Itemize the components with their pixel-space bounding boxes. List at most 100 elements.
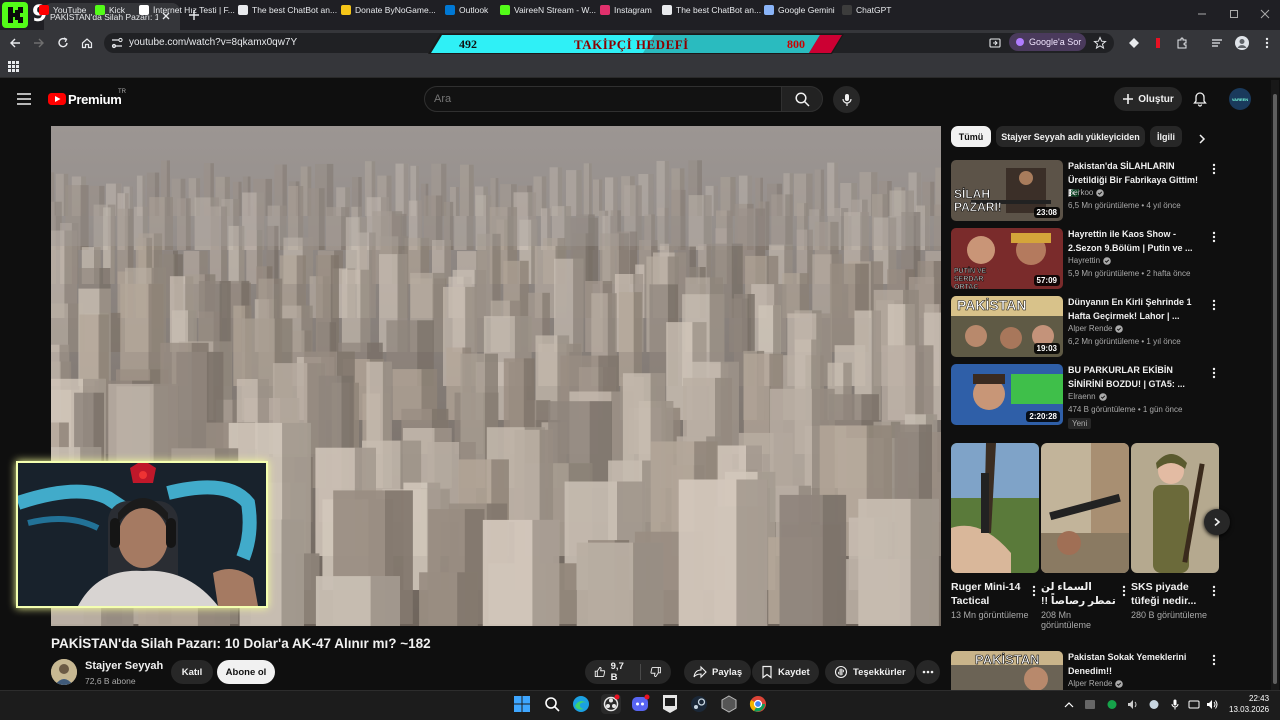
short-more-icon[interactable] <box>1211 584 1217 598</box>
short-title[interactable]: السماء لن تمطر رصاصاً !! <box>1041 580 1117 608</box>
bookmark-item[interactable]: Kick <box>95 5 125 15</box>
back-icon[interactable] <box>8 36 22 50</box>
short-thumbnail[interactable] <box>951 443 1039 573</box>
short-thumbnail[interactable] <box>1041 443 1129 573</box>
bookmark-item[interactable]: The best ChatBot an... <box>238 5 337 15</box>
close-window-icon[interactable] <box>1259 8 1271 20</box>
steam-icon[interactable] <box>689 694 709 714</box>
reload-icon[interactable] <box>56 36 70 50</box>
recommendation-thumbnail[interactable]: PUTİN VE SERDAR ORTAÇ 57:09 <box>951 228 1063 289</box>
tray-wifi-icon[interactable] <box>1188 699 1200 710</box>
obs-icon[interactable] <box>601 694 621 714</box>
short-title[interactable]: SKS piyade tüfeği nedir... <box>1131 580 1207 608</box>
taskbar-clock[interactable]: 22:43 13.03.2026 <box>1229 693 1269 715</box>
short-thumbnail[interactable] <box>1131 443 1219 573</box>
short-title[interactable]: Ruger Mini-14 Tactical <box>951 580 1027 608</box>
home-icon[interactable] <box>80 36 94 50</box>
bookmark-item[interactable]: Donate ByNoGame... <box>341 5 436 15</box>
profile-icon[interactable] <box>1234 35 1250 51</box>
tray-steam-icon[interactable] <box>1148 699 1160 710</box>
app-cube-icon[interactable] <box>719 694 739 714</box>
recommendation-item[interactable]: SİLAH PAZARI! 23:08 Pakistan'da SİLAHLARIN… <box>951 160 1219 222</box>
bookmark-item[interactable]: Google Gemini <box>764 5 835 15</box>
youtube-premium-label[interactable]: Premium <box>68 92 122 107</box>
channel-avatar[interactable] <box>51 659 77 685</box>
bookmark-item[interactable]: YouTube <box>39 5 86 15</box>
short-more-icon[interactable] <box>1031 584 1037 598</box>
search-button[interactable] <box>781 86 823 112</box>
extension-red-icon[interactable] <box>1151 36 1165 50</box>
notifications-bell-icon[interactable] <box>1192 91 1208 107</box>
recommendation-more-icon[interactable] <box>1211 653 1217 667</box>
more-actions-button[interactable] <box>916 660 940 684</box>
bookmark-item[interactable]: ChatGPT <box>842 5 891 15</box>
recommendation-thumbnail[interactable]: PAKİSTAN <box>951 651 1063 690</box>
recommendation-more-icon[interactable] <box>1211 162 1217 176</box>
recommendation-thumbnail[interactable]: 2:20:28 <box>951 364 1063 425</box>
thanks-button[interactable]: Teşekkürler <box>825 660 915 684</box>
shorts-next-button[interactable] <box>1204 509 1230 535</box>
forward-icon[interactable] <box>32 36 46 50</box>
subscribe-button[interactable]: Abone ol <box>217 660 275 684</box>
site-info-icon[interactable] <box>110 36 124 50</box>
search-input[interactable] <box>434 93 764 105</box>
tray-app-icon[interactable] <box>1106 699 1118 710</box>
hamburger-menu-icon[interactable] <box>16 92 32 106</box>
tray-chevron-icon[interactable] <box>1063 699 1075 710</box>
join-button[interactable]: Katıl <box>171 660 213 684</box>
voice-search-button[interactable] <box>833 86 860 113</box>
tray-mic-icon[interactable] <box>1169 699 1181 710</box>
recommendation-channel[interactable]: Alper Rende <box>1068 679 1124 688</box>
recommendation-channel[interactable]: Hayrettin <box>1068 256 1111 265</box>
recommendation-title[interactable]: BU PARKURLAR EKİBİN SİNİRİNİ BOZDU! | GT… <box>1068 364 1206 391</box>
reading-list-icon[interactable] <box>1210 36 1224 50</box>
maximize-icon[interactable] <box>1228 8 1240 20</box>
browser-menu-icon[interactable] <box>1260 36 1274 50</box>
youtube-logo-icon[interactable] <box>48 92 66 106</box>
bookmark-item[interactable]: İnternet Hız Testi | F... <box>139 5 235 15</box>
bookmark-item[interactable]: VaireeN Stream - W... <box>500 5 596 15</box>
recommendation-channel[interactable]: Elraenn <box>1068 392 1107 401</box>
chrome-icon[interactable] <box>748 694 768 714</box>
channel-name[interactable]: Stajyer Seyyah <box>85 660 163 672</box>
recommendation-thumbnail[interactable]: SİLAH PAZARI! 23:08 <box>951 160 1063 221</box>
extension-icon[interactable] <box>1127 36 1141 50</box>
scrollbar-thumb[interactable] <box>1273 94 1277 684</box>
bookmark-item[interactable]: The best ChatBot an... <box>662 5 761 15</box>
google-ask-button[interactable]: Google'a Sor <box>1009 33 1086 51</box>
bookmark-item[interactable]: Instagram <box>600 5 652 15</box>
tray-volume-icon[interactable] <box>1206 699 1218 710</box>
tray-sound-icon[interactable] <box>1127 699 1139 710</box>
chips-next-icon[interactable] <box>1196 133 1208 145</box>
short-more-icon[interactable] <box>1121 584 1127 598</box>
recommendation-more-icon[interactable] <box>1211 230 1217 244</box>
taskbar-search-icon[interactable] <box>542 694 562 714</box>
recommendation-channel[interactable]: Berkoo <box>1068 188 1105 197</box>
recommendation-title[interactable]: Hayrettin ile Kaos Show - 2.Sezon 9.Bölü… <box>1068 228 1206 255</box>
recommendation-title[interactable]: Pakistan Sokak Yemeklerini Denedim!! <box>1068 651 1206 678</box>
apps-grid-icon[interactable] <box>8 61 19 72</box>
bookmark-item[interactable]: Outlook <box>445 5 488 15</box>
save-button[interactable]: Kaydet <box>752 660 819 684</box>
dislike-icon[interactable] <box>650 665 662 679</box>
edge-browser-icon[interactable] <box>571 694 591 714</box>
like-icon[interactable] <box>594 665 606 679</box>
windows-start-icon[interactable] <box>512 694 532 714</box>
epic-games-icon[interactable] <box>660 694 680 714</box>
extensions-puzzle-icon[interactable] <box>1175 36 1189 50</box>
recommendation-more-icon[interactable] <box>1211 366 1217 380</box>
minimize-icon[interactable] <box>1196 8 1208 20</box>
recommendation-item[interactable]: PAKİSTAN 19:03 Dünyanın En Kirli Şehrinde … <box>951 296 1219 358</box>
recommendation-more-icon[interactable] <box>1211 298 1217 312</box>
recommendation-item[interactable]: PUTİN VE SERDAR ORTAÇ 57:09 Hayrettin ile … <box>951 228 1219 290</box>
chip-all[interactable]: Tümü <box>951 126 991 147</box>
like-count[interactable]: 9,7 B <box>611 661 630 683</box>
tray-network-icon[interactable] <box>1084 699 1096 710</box>
create-button[interactable]: Oluştur <box>1114 87 1182 111</box>
recommendation-channel[interactable]: Alper Rende <box>1068 324 1124 333</box>
share-button[interactable]: Paylaş <box>684 660 752 684</box>
chip-from-uploader[interactable]: Stajyer Seyyah adlı yükleyiciden <box>996 126 1145 147</box>
recommendation-item[interactable]: 2:20:28 BU PARKURLAR EKİBİN SİNİRİNİ BOZD… <box>951 364 1219 429</box>
account-avatar[interactable]: VAREEN <box>1229 88 1251 110</box>
bookmark-star-icon[interactable] <box>1093 36 1107 50</box>
